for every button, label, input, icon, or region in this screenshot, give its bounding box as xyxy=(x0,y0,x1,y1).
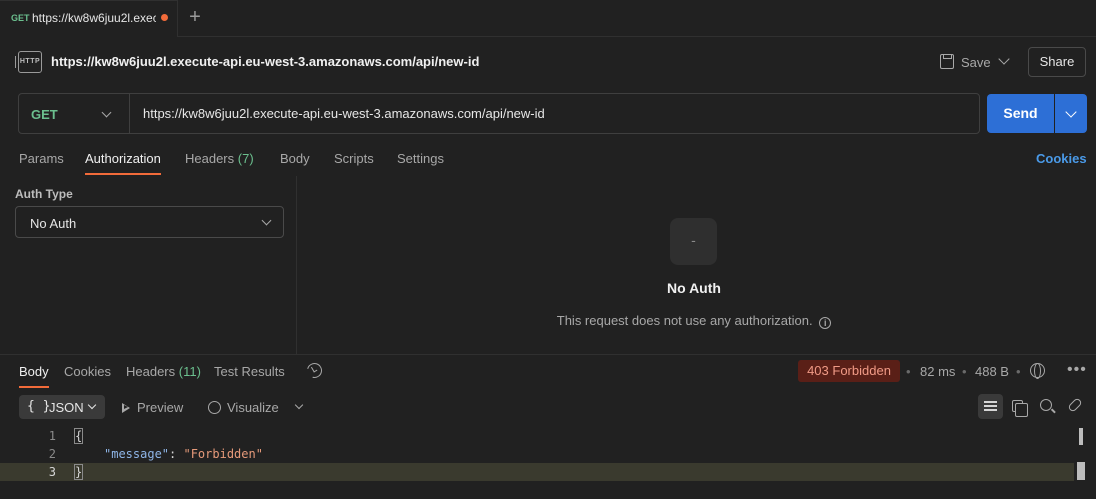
auth-empty-state: - No Auth This request does not use any … xyxy=(298,176,1096,354)
tab-headers-count: (7) xyxy=(237,151,254,166)
no-auth-description: This request does not use any authorizat… xyxy=(298,313,1090,329)
code-line-current: 3 } xyxy=(0,463,1074,481)
tab-scripts[interactable]: Scripts xyxy=(334,151,374,166)
request-header: HTTP https://kw8w6juu2l.execute-api.eu-w… xyxy=(0,38,1096,86)
preview-label: Preview xyxy=(137,400,184,415)
visualize-label: Visualize xyxy=(227,400,279,415)
send-button[interactable]: Send xyxy=(987,94,1054,133)
save-icon xyxy=(940,54,954,69)
code-text: } xyxy=(73,463,84,481)
send-options-chevron-icon[interactable] xyxy=(1055,94,1087,133)
no-auth-title: No Auth xyxy=(667,280,721,296)
no-auth-description-text: This request does not use any authorizat… xyxy=(556,313,813,328)
line-number: 1 xyxy=(48,429,56,443)
no-auth-icon: - xyxy=(670,218,717,265)
response-tab-headers[interactable]: Headers (11) xyxy=(126,364,201,379)
visualize-icon xyxy=(208,401,221,414)
method-select[interactable]: GET xyxy=(19,94,130,133)
json-separator: : xyxy=(169,447,184,461)
tab-headers-label: Headers xyxy=(185,151,235,166)
response-time[interactable]: 82 ms xyxy=(920,364,955,379)
response-tabs: Body Cookies Headers (11) Test Results 4… xyxy=(0,355,1096,389)
tab-bar: GET https://kw8w6juu2l.execute-api.eu-we… xyxy=(0,0,1096,37)
copy-icon[interactable] xyxy=(1012,400,1028,417)
request-title[interactable]: https://kw8w6juu2l.execute-api.eu-west-3… xyxy=(51,54,479,69)
braces-icon: { } xyxy=(27,399,51,414)
tab-params[interactable]: Params xyxy=(19,151,64,166)
preview-button[interactable]: Preview xyxy=(122,400,183,415)
tab-url: https://kw8w6juu2l.execute-api.eu-west-3… xyxy=(32,11,156,25)
separator-dot: • xyxy=(906,364,911,379)
link-icon[interactable] xyxy=(1067,397,1083,413)
visualize-chevron-icon[interactable] xyxy=(294,400,304,410)
tab-headers[interactable]: Headers (7) xyxy=(185,151,254,166)
chevron-down-icon xyxy=(87,400,97,410)
cookies-link[interactable]: Cookies xyxy=(1036,151,1087,166)
code-line: 2 "message": "Forbidden" xyxy=(0,445,1074,463)
play-icon xyxy=(122,403,130,413)
request-tab[interactable]: GET https://kw8w6juu2l.execute-api.eu-we… xyxy=(0,0,178,37)
auth-type-panel: Auth Type No Auth xyxy=(0,176,297,354)
active-response-tab-underline xyxy=(19,386,49,388)
format-label: JSON xyxy=(49,400,84,415)
visualize-button[interactable]: Visualize xyxy=(208,400,279,415)
method-label: GET xyxy=(31,107,58,122)
url-bar: GET xyxy=(18,93,980,134)
response-tab-test-results[interactable]: Test Results xyxy=(214,364,285,379)
response-tab-body[interactable]: Body xyxy=(19,364,49,379)
response-body-editor[interactable]: 1 { 2 "message": "Forbidden" 3 } xyxy=(0,425,1096,499)
code-text: "message": "Forbidden" xyxy=(104,445,263,463)
save-button[interactable]: Save xyxy=(936,48,992,76)
separator-dot: • xyxy=(1016,364,1021,379)
auth-type-label: Auth Type xyxy=(15,187,73,201)
chevron-down-icon xyxy=(101,107,112,118)
line-number: 2 xyxy=(48,447,56,461)
auth-type-value: No Auth xyxy=(30,216,77,231)
json-key: "message" xyxy=(104,447,170,461)
more-options-icon[interactable]: ••• xyxy=(1067,361,1087,379)
response-tab-cookies[interactable]: Cookies xyxy=(64,364,111,379)
new-tab-button[interactable]: + xyxy=(186,7,204,27)
url-input[interactable] xyxy=(143,106,963,121)
response-size[interactable]: 488 B xyxy=(975,364,1009,379)
tab-authorization[interactable]: Authorization xyxy=(85,151,161,166)
unsaved-dot-icon xyxy=(161,14,168,21)
scrollbar[interactable] xyxy=(1079,428,1083,445)
share-button[interactable]: Share xyxy=(1028,47,1086,77)
response-toolbar: { } JSON Preview Visualize xyxy=(0,392,1096,422)
active-tab-underline xyxy=(85,173,161,175)
info-icon[interactable]: i xyxy=(819,317,832,329)
tab-method: GET xyxy=(11,13,30,23)
format-select[interactable]: { } JSON xyxy=(19,395,105,419)
save-options-chevron-icon[interactable] xyxy=(998,53,1010,65)
response-tab-headers-count: (11) xyxy=(178,364,201,379)
json-brace: } xyxy=(73,464,84,480)
chevron-down-icon xyxy=(261,215,272,226)
search-icon[interactable] xyxy=(1040,399,1052,411)
tab-settings[interactable]: Settings xyxy=(397,151,444,166)
history-icon[interactable] xyxy=(304,360,325,381)
globe-icon[interactable] xyxy=(1030,363,1045,379)
wrap-lines-icon[interactable] xyxy=(978,394,1003,419)
json-value: "Forbidden" xyxy=(183,447,263,461)
http-icon: HTTP xyxy=(15,51,42,73)
code-line: 1 { xyxy=(0,427,1074,445)
json-brace: { xyxy=(73,428,84,444)
scrollbar-thumb[interactable] xyxy=(1077,462,1085,480)
tab-body[interactable]: Body xyxy=(280,151,310,166)
code-text: { xyxy=(73,427,84,445)
response-tab-headers-label: Headers xyxy=(126,364,176,379)
line-number: 3 xyxy=(48,465,56,479)
separator-dot: • xyxy=(962,364,967,379)
auth-type-select[interactable]: No Auth xyxy=(15,206,284,238)
status-badge[interactable]: 403 Forbidden xyxy=(798,360,900,382)
save-label: Save xyxy=(961,55,991,70)
request-tabs: Params Authorization Headers (7) Body Sc… xyxy=(0,144,1096,176)
